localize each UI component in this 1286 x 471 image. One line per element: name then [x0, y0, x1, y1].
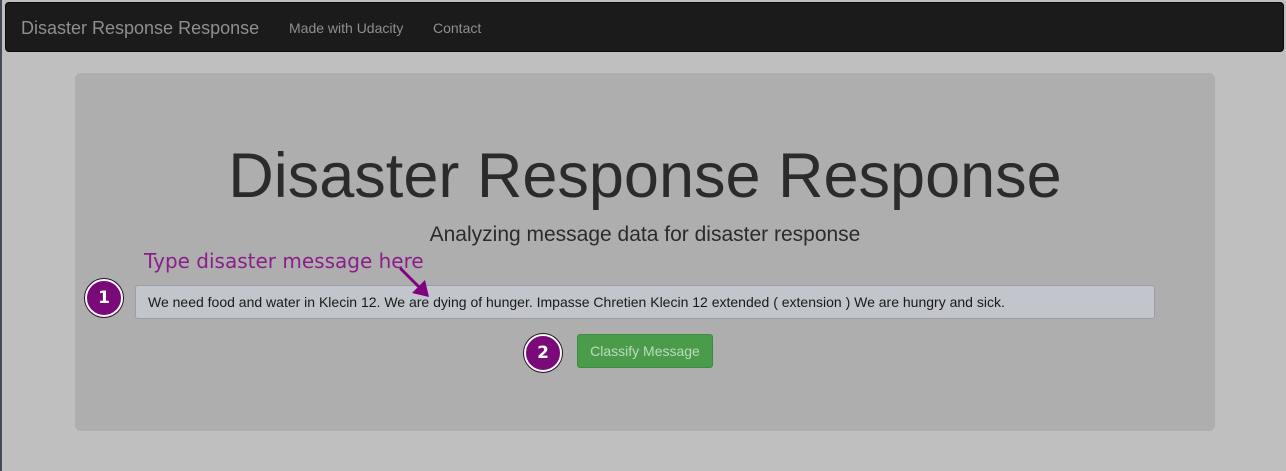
- navbar-brand[interactable]: Disaster Response Response: [21, 17, 259, 39]
- nav-link-made-with-udacity[interactable]: Made with Udacity: [289, 19, 403, 37]
- navbar: Disaster Response Response Made with Uda…: [5, 2, 1284, 52]
- page-subtitle: Analyzing message data for disaster resp…: [429, 223, 861, 246]
- step-badge-2: 2: [524, 334, 562, 372]
- classify-message-button[interactable]: Classify Message: [577, 334, 713, 368]
- page: Disaster Response Response Made with Uda…: [0, 0, 1286, 471]
- message-input[interactable]: [135, 285, 1155, 319]
- arrow-down-right-icon: [399, 267, 429, 297]
- annotation-hint-label: Type disaster message here: [144, 249, 424, 273]
- page-title: Disaster Response Response: [228, 141, 1062, 211]
- nav-link-contact[interactable]: Contact: [433, 19, 481, 37]
- step-badge-1: 1: [85, 279, 123, 317]
